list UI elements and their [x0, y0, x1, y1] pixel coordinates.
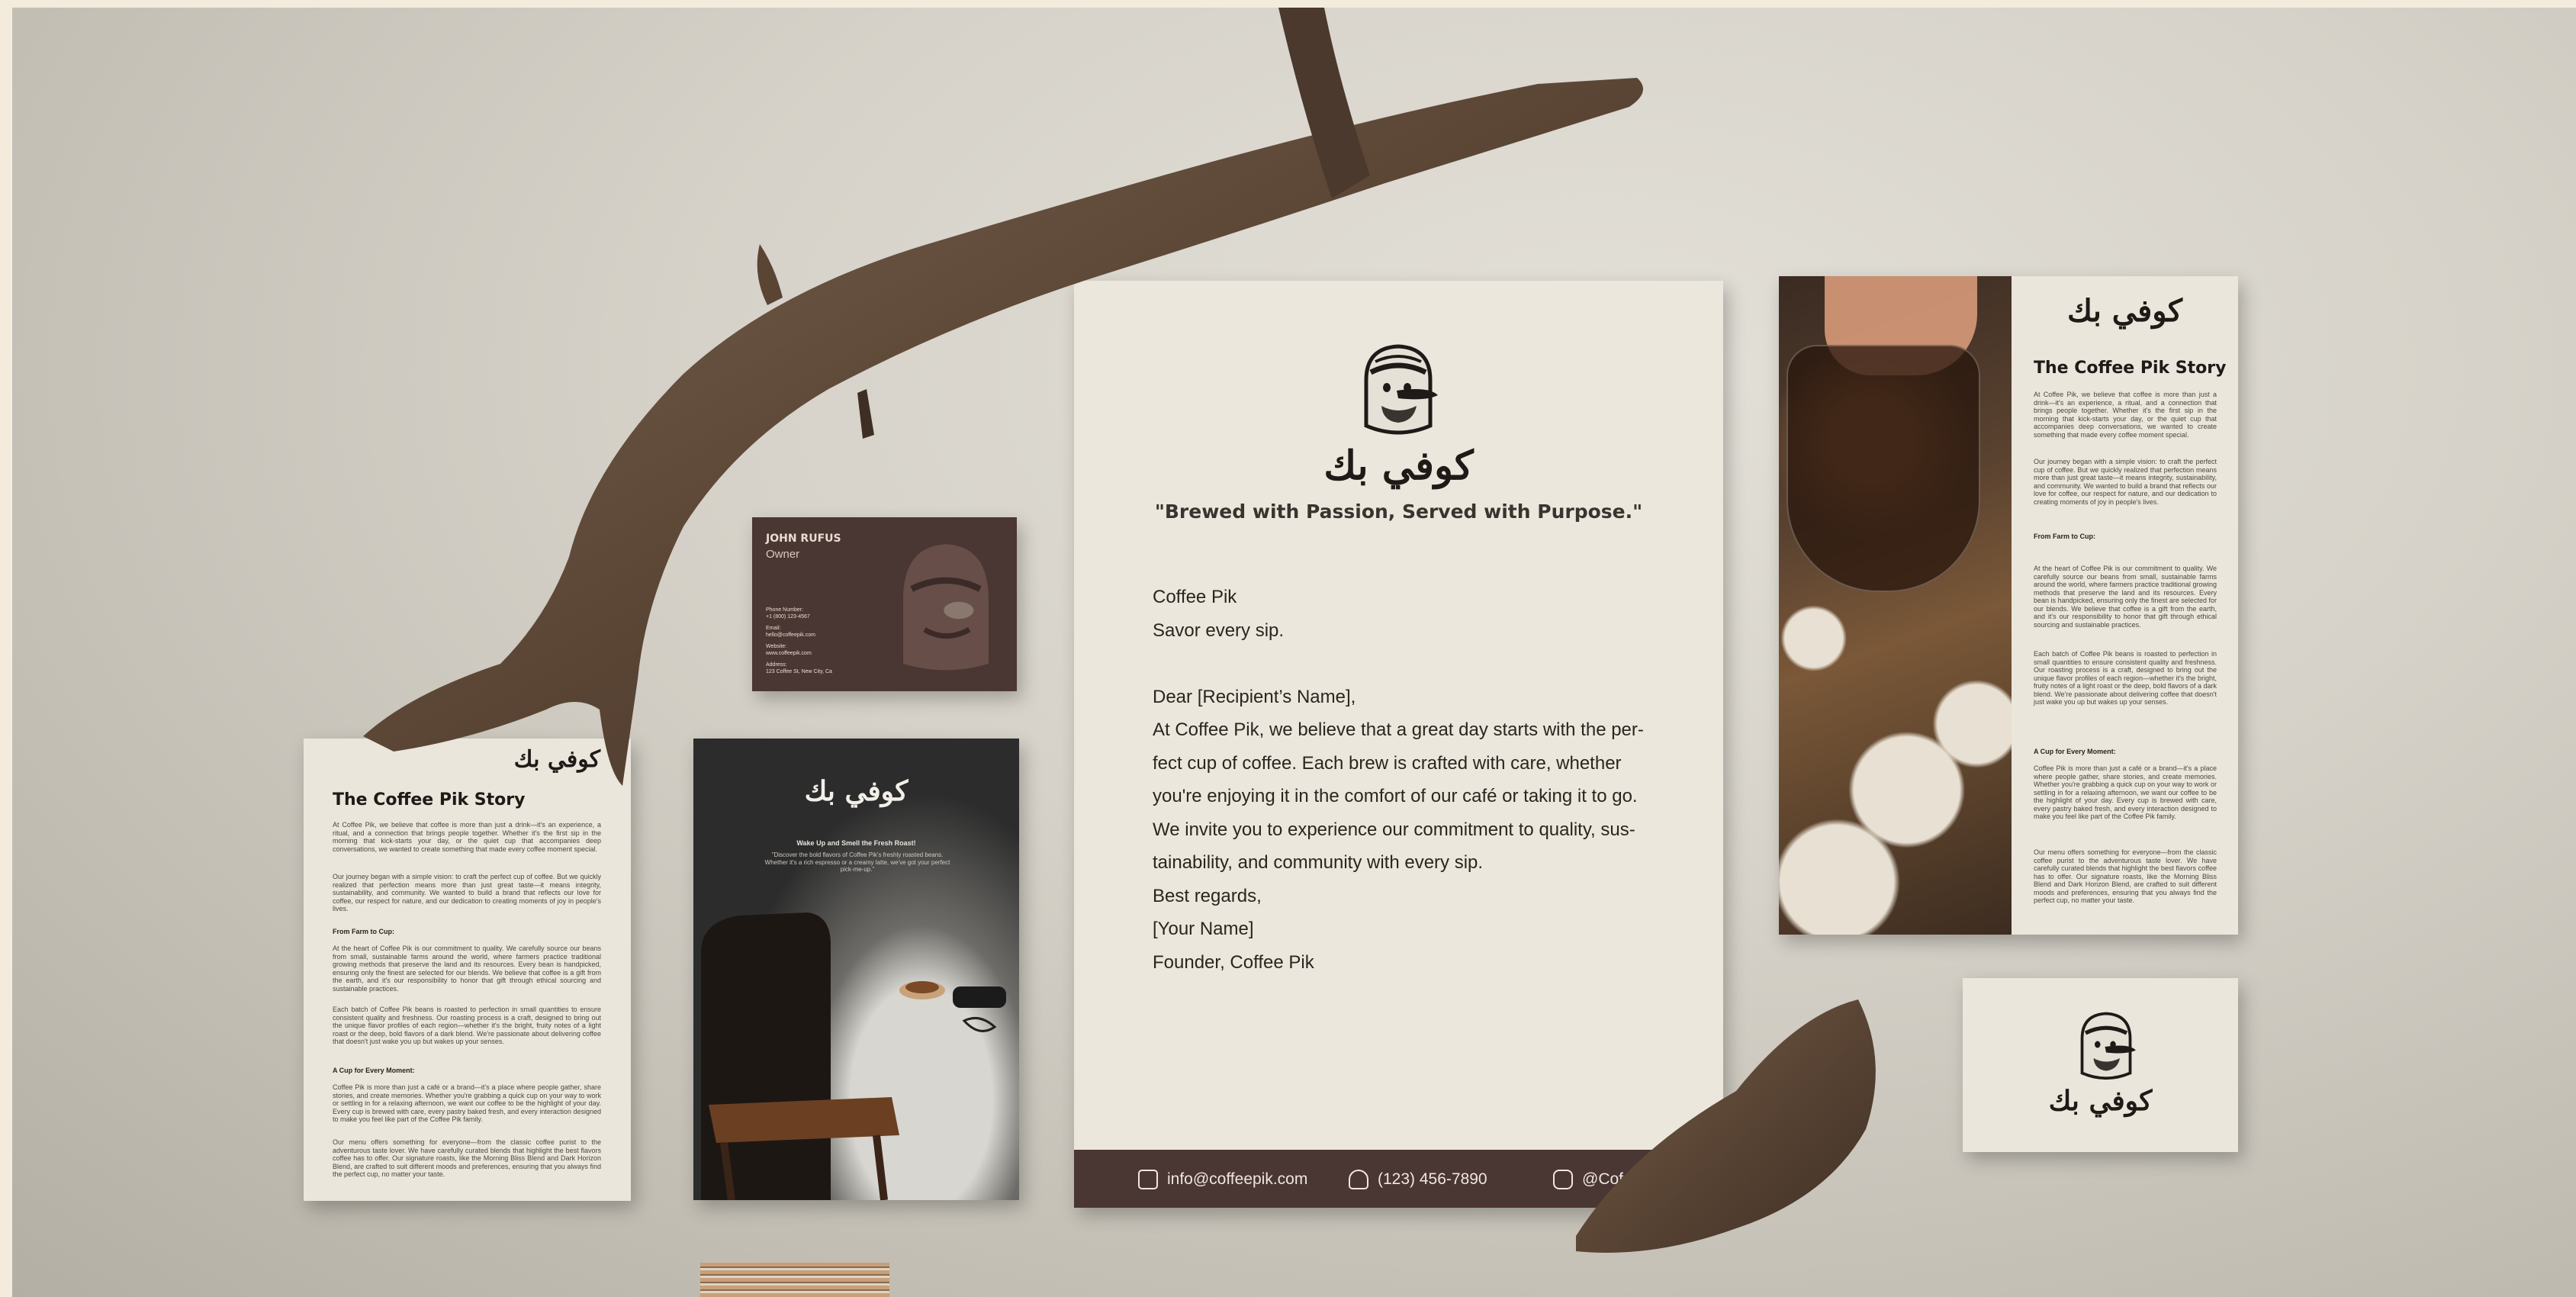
mockup-scene: كوفي بك The Coffee Pik Story At Coffee P…: [12, 8, 2576, 1297]
driftwood-branch: [363, 8, 1876, 1253]
paper-stack: [700, 1263, 889, 1297]
